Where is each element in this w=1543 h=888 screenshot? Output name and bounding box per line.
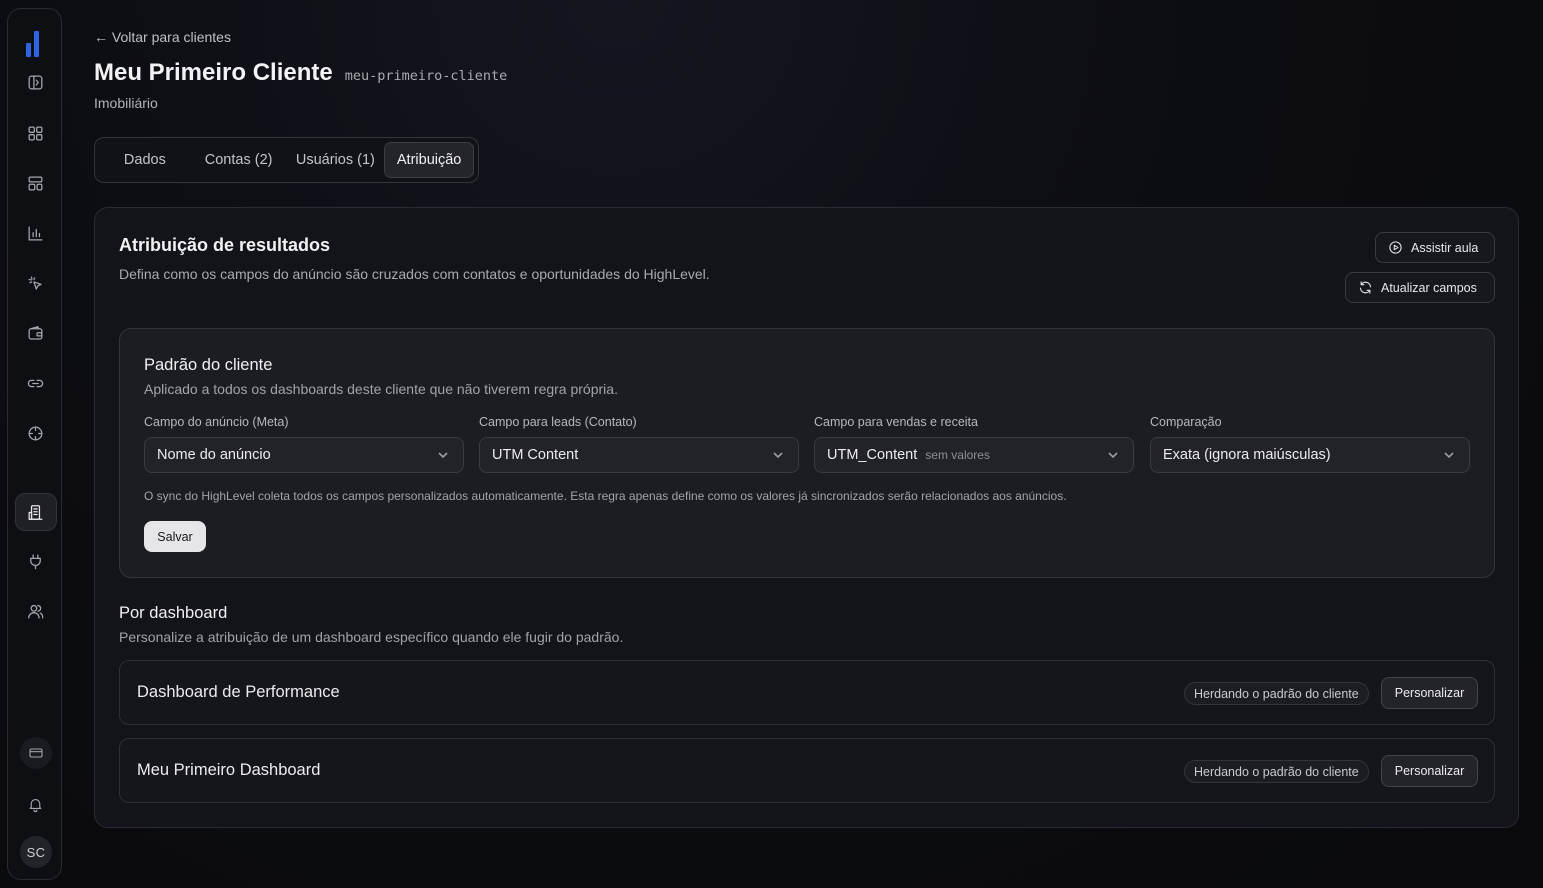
- title-row: Meu Primeiro Cliente meu-primeiro-client…: [94, 59, 507, 87]
- building-icon[interactable]: [8, 492, 63, 532]
- plug-icon[interactable]: [8, 543, 63, 579]
- tab-dados[interactable]: Dados: [99, 142, 191, 178]
- chevron-down-icon: [1443, 449, 1455, 461]
- panel-icon[interactable]: [8, 64, 63, 100]
- status-badge: Herdando o padrão do cliente: [1184, 760, 1369, 783]
- ad-field-select[interactable]: Nome do anúncio: [144, 437, 464, 473]
- sidebar: SC: [7, 8, 62, 880]
- comparison-label: Comparação: [1150, 415, 1222, 429]
- dashboard-name: Meu Primeiro Dashboard: [137, 761, 321, 779]
- leads-field-select[interactable]: UTM Content: [479, 437, 799, 473]
- chevron-down-icon: [437, 449, 449, 461]
- sales-field-hint: sem valores: [925, 448, 990, 462]
- chevron-down-icon: [1107, 449, 1119, 461]
- ad-field-label: Campo do anúncio (Meta): [144, 415, 289, 429]
- client-default-card: Padrão do cliente Aplicado a todos os da…: [119, 328, 1495, 578]
- users-icon[interactable]: [8, 593, 63, 629]
- link-icon[interactable]: [8, 365, 63, 401]
- grid-icon[interactable]: [8, 115, 63, 151]
- refresh-fields-button[interactable]: Atualizar campos: [1345, 272, 1495, 303]
- tab-contas[interactable]: Contas (2): [191, 142, 287, 178]
- refresh-fields-label: Atualizar campos: [1381, 280, 1477, 295]
- bell-icon[interactable]: [8, 786, 63, 822]
- dashboard-name: Dashboard de Performance: [137, 683, 340, 701]
- sales-field-label: Campo para vendas e receita: [814, 415, 978, 429]
- back-link[interactable]: ← Voltar para clientes: [94, 29, 231, 45]
- attribution-panel: Atribuição de resultados Defina como os …: [94, 207, 1519, 828]
- client-default-title: Padrão do cliente: [144, 356, 273, 374]
- per-dashboard-description: Personalize a atribuição de um dashboard…: [119, 629, 624, 645]
- section-title: Atribuição de resultados: [119, 235, 331, 255]
- back-link-label: ← Voltar para clientes: [94, 29, 231, 45]
- avatar[interactable]: SC: [20, 836, 52, 868]
- sales-field-select[interactable]: UTM_Content sem valores: [814, 437, 1134, 473]
- tab-usuarios[interactable]: Usuários (1): [287, 142, 385, 178]
- per-dashboard-title: Por dashboard: [119, 604, 228, 622]
- tab-atribuicao[interactable]: Atribuição: [384, 142, 474, 178]
- client-default-description: Aplicado a todos os dashboards deste cli…: [144, 381, 618, 397]
- save-button[interactable]: Salvar: [144, 521, 206, 552]
- page-title: Meu Primeiro Cliente: [94, 59, 333, 86]
- dashboard-row: Dashboard de Performance Herdando o padr…: [119, 660, 1495, 725]
- layout-icon[interactable]: [8, 165, 63, 201]
- customize-button[interactable]: Personalizar: [1381, 677, 1478, 709]
- play-circle-icon: [1389, 241, 1402, 254]
- refresh-icon: [1359, 281, 1372, 294]
- logo-icon[interactable]: [24, 27, 48, 57]
- customize-button[interactable]: Personalizar: [1381, 755, 1478, 787]
- click-icon[interactable]: [8, 265, 63, 301]
- ad-field-value: Nome do anúncio: [157, 447, 271, 463]
- client-slug: meu-primeiro-cliente: [344, 68, 508, 84]
- watch-lesson-label: Assistir aula: [1411, 240, 1479, 255]
- target-icon[interactable]: [8, 415, 63, 451]
- status-badge: Herdando o padrão do cliente: [1184, 682, 1369, 705]
- section-description: Defina como os campos do anúncio são cru…: [119, 266, 710, 282]
- comparison-select[interactable]: Exata (ignora maiúsculas): [1150, 437, 1470, 473]
- sync-note: O sync do HighLevel coleta todos os camp…: [144, 489, 1067, 503]
- bar-chart-icon[interactable]: [8, 215, 63, 251]
- card-icon[interactable]: [20, 737, 52, 769]
- leads-field-value: UTM Content: [492, 447, 579, 463]
- chevron-down-icon: [772, 449, 784, 461]
- client-segment: Imobiliário: [94, 95, 158, 111]
- wallet-icon[interactable]: [8, 315, 63, 351]
- comparison-value: Exata (ignora maiúsculas): [1163, 447, 1331, 463]
- sales-field-value: UTM_Content: [827, 447, 918, 463]
- leads-field-label: Campo para leads (Contato): [479, 415, 637, 429]
- tab-bar: Dados Contas (2) Usuários (1) Atribuição: [94, 137, 479, 183]
- avatar-initials: SC: [26, 844, 46, 860]
- watch-lesson-button[interactable]: Assistir aula: [1375, 232, 1495, 263]
- dashboard-row: Meu Primeiro Dashboard Herdando o padrão…: [119, 738, 1495, 803]
